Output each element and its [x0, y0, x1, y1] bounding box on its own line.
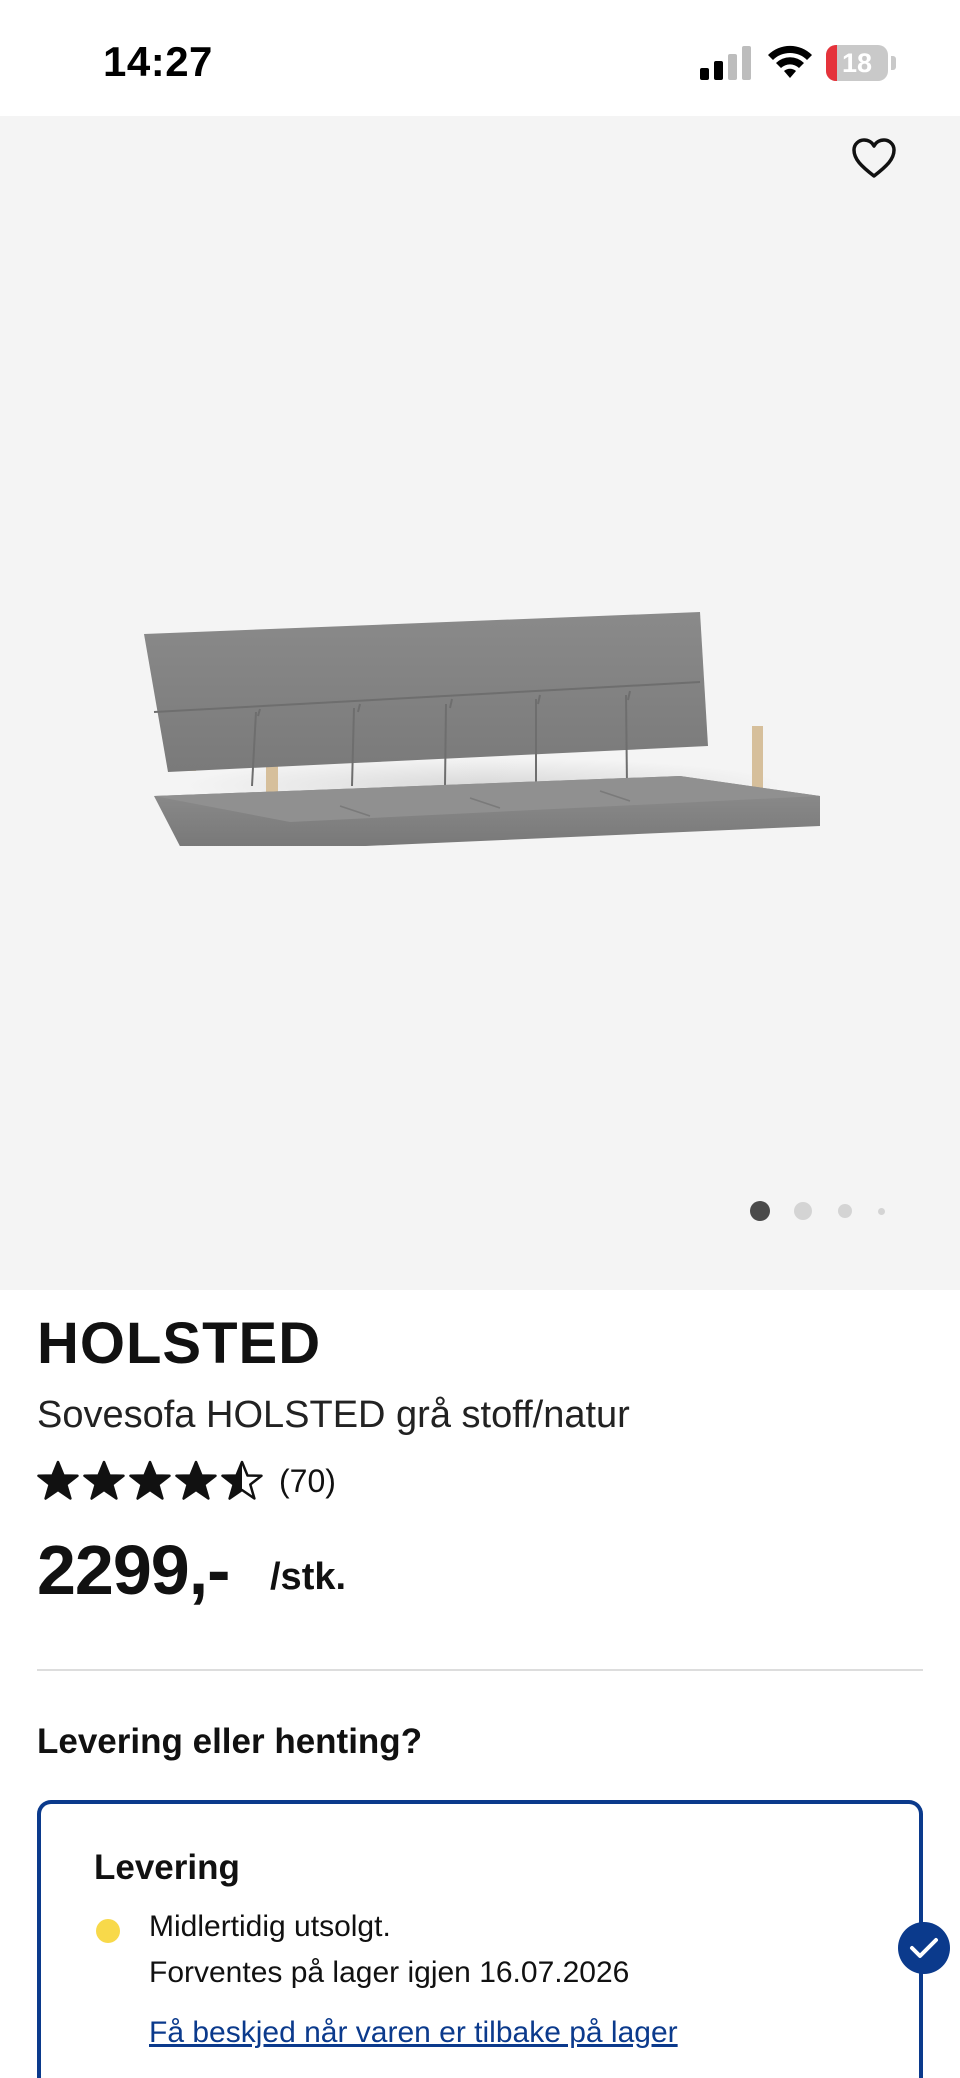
- delivery-option-card[interactable]: Levering Midlertidig utsolgt. Forventes …: [37, 1800, 923, 2078]
- notify-when-back-link[interactable]: Få beskjed når varen er tilbake på lager: [149, 2016, 678, 2050]
- stock-status-dot: [96, 1919, 120, 1943]
- carousel-dot-2[interactable]: [794, 1202, 812, 1220]
- product-gallery[interactable]: [0, 116, 960, 1290]
- heart-outline-icon: [852, 138, 896, 178]
- carousel-dot-3[interactable]: [838, 1204, 852, 1218]
- status-time: 14:27: [103, 38, 213, 85]
- sofa-bed-image: [144, 612, 820, 846]
- carousel-dot-1[interactable]: [750, 1201, 770, 1221]
- star-full-icon: [83, 1460, 125, 1500]
- product-name: HOLSTED: [37, 1311, 322, 1376]
- star-full-icon: [129, 1460, 171, 1500]
- price: 2299,-: [37, 1531, 230, 1609]
- delivery-section-title: Levering eller henting?: [37, 1722, 423, 1761]
- star-full-icon: [37, 1460, 79, 1500]
- wifi-icon: [768, 45, 812, 78]
- price-unit: /stk.: [270, 1556, 347, 1598]
- divider: [37, 1669, 923, 1671]
- selected-check-icon: [898, 1922, 950, 1974]
- status-bar: 14:27 18: [0, 0, 960, 116]
- star-half-icon: [221, 1460, 263, 1500]
- product-description: Sovesofa HOLSTED grå stoff/natur: [37, 1394, 630, 1436]
- favorite-button[interactable]: [846, 130, 902, 186]
- battery-percent: 18: [841, 48, 873, 78]
- carousel-dot-4[interactable]: [878, 1208, 885, 1215]
- review-count[interactable]: (70): [279, 1463, 336, 1500]
- signal-icon: [700, 46, 751, 80]
- rating-stars: [37, 1460, 263, 1502]
- battery-icon: 18: [826, 45, 896, 81]
- delivery-option-title: Levering: [94, 1848, 240, 1887]
- carousel-dots[interactable]: [740, 1196, 900, 1226]
- star-full-icon: [175, 1460, 217, 1500]
- stock-status-text: Midlertidig utsolgt.: [149, 1910, 391, 1943]
- restock-date-text: Forventes på lager igjen 16.07.2026: [149, 1956, 630, 1989]
- rating[interactable]: (70): [37, 1456, 336, 1506]
